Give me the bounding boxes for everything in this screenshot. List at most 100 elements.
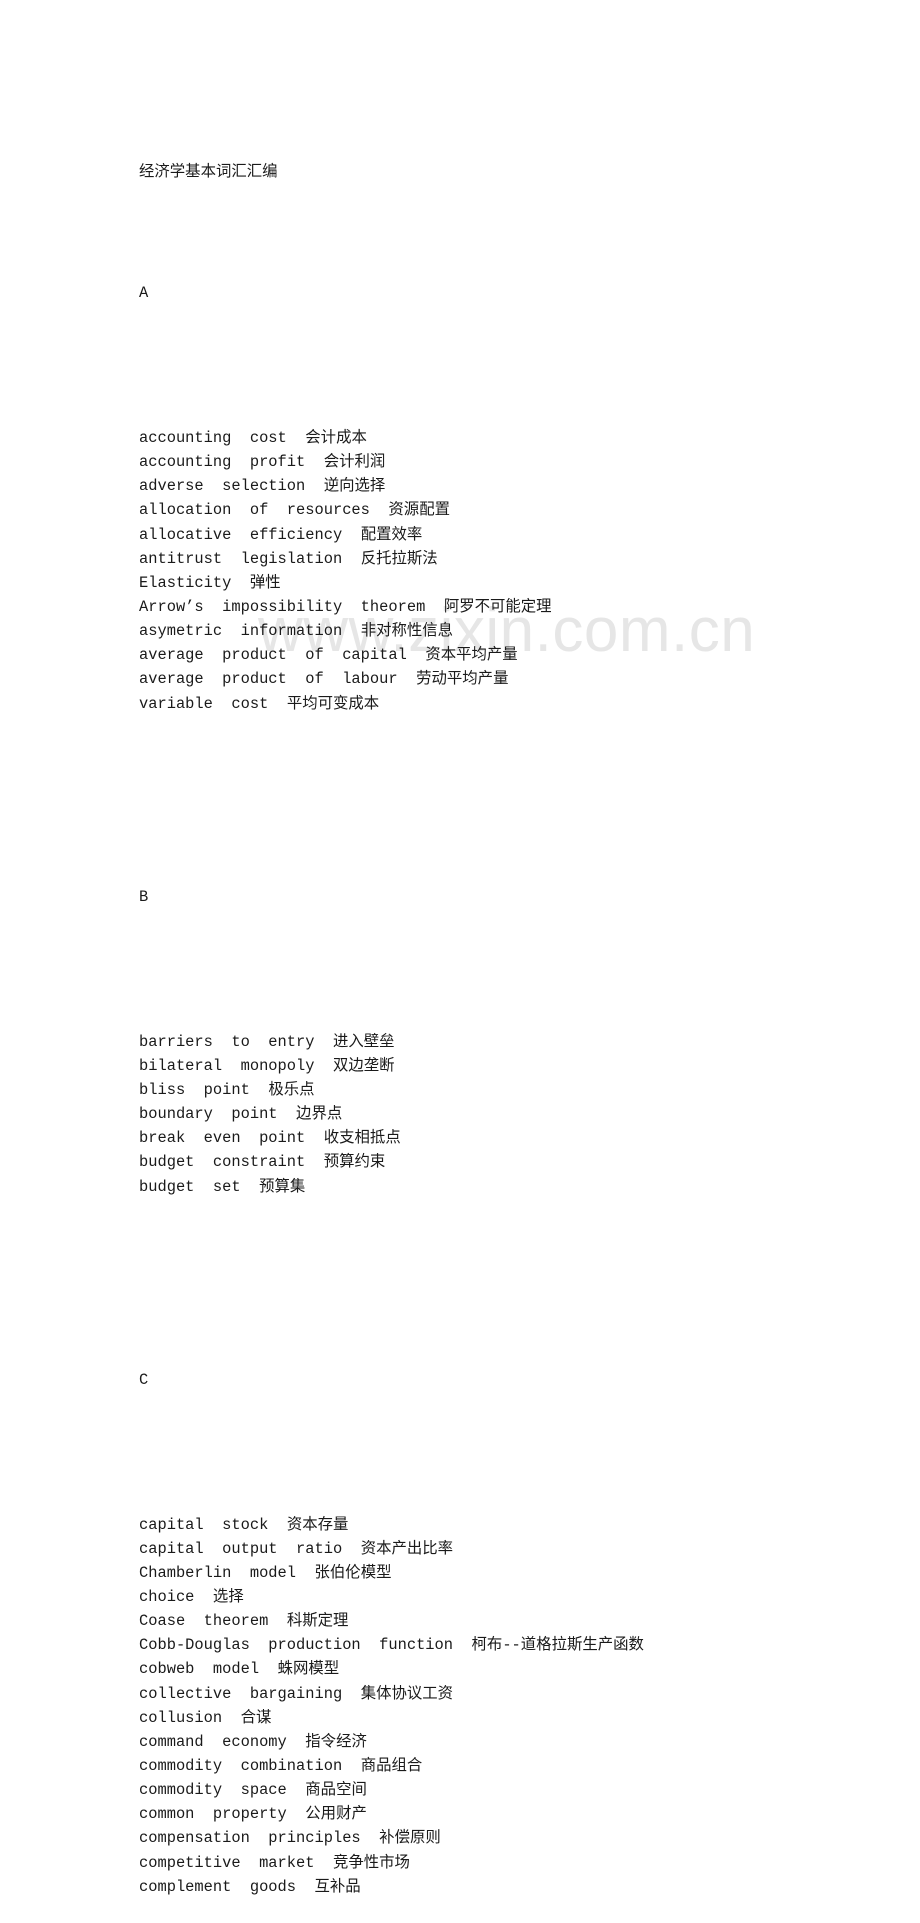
english-term: capital stock [139,1515,269,1534]
english-term: capital output ratio [139,1539,343,1558]
english-term: boundary point [139,1105,278,1124]
chinese-term: 反托拉斯法 [360,549,438,568]
section-b-entries: barriers to entry 进入壁垒 bilateral monopoly 双… [139,1030,644,1199]
section-letter-a: A [139,284,149,303]
chinese-term: 商品组合 [360,1757,423,1776]
glossary-entry: Coase theorem 科斯定理 [139,1609,644,1633]
glossary-entry: complement goods 互补品 [139,1875,644,1899]
glossary-entry: accounting cost 会计成本 [139,426,644,450]
english-term: cobweb model [139,1660,260,1679]
english-term: allocative efficiency [139,525,343,544]
glossary-entry: barriers to entry 进入壁垒 [139,1030,644,1054]
english-term: choice [139,1588,195,1607]
chinese-term: 非对称性信息 [360,622,454,641]
chinese-term: 互补品 [314,1877,361,1896]
glossary-entry: variable cost 平均可变成本 [139,692,644,716]
glossary-entry: accounting profit 会计利润 [139,450,644,474]
english-term: budget constraint [139,1153,306,1172]
glossary-entry: commodity combination 商品组合 [139,1754,644,1778]
english-term: commodity combination [139,1757,343,1776]
glossary-entry: common property 公用财产 [139,1802,644,1826]
glossary-entry: commodity space 商品空间 [139,1778,644,1802]
section-letter-b: B [139,887,149,906]
english-term: competitive market [139,1853,315,1872]
chinese-term: 蛛网模型 [277,1660,340,1679]
glossary-entry: Arrow’s impossibility theorem 阿罗不可能定理 [139,595,644,619]
glossary-entry: break even point 收支相抵点 [139,1126,644,1150]
glossary-entry: allocation of resources 资源配置 [139,498,644,522]
chinese-term: 商品空间 [305,1781,367,1800]
english-term: accounting profit [139,453,306,472]
glossary-entry: capital output ratio 资本产出比率 [139,1537,644,1561]
glossary-entry: antitrust legislation 反托拉斯法 [139,547,644,571]
english-term: Chamberlin model [139,1563,297,1582]
document-title: 经济学基本词汇汇编 [139,163,278,182]
section-c-entries: capital stock 资本存量 capital output ratio 资本产… [139,1513,644,1899]
chinese-term: 逆向选择 [323,477,386,496]
chinese-term: 资源配置 [388,501,450,520]
english-term: Arrow’s impossibility theorem [139,597,426,616]
glossary-entry: choice 选择 [139,1585,644,1609]
english-term: command economy [139,1732,287,1751]
chinese-term: 张伯伦模型 [314,1563,392,1582]
chinese-term: 会计成本 [305,428,367,447]
glossary-entry: asymetric information 非对称性信息 [139,619,644,643]
glossary-entry: cobweb model 蛛网模型 [139,1657,644,1681]
glossary-entry: Cobb-Douglas production function 柯布--道格拉斯… [139,1633,644,1657]
english-term: adverse selection [139,477,306,496]
english-term: accounting cost [139,428,287,447]
chinese-term: 科斯定理 [286,1612,349,1631]
english-term: budget set [139,1177,241,1196]
chinese-term: 边界点 [296,1105,343,1124]
english-term: collective bargaining [139,1684,343,1703]
chinese-term: 劳动平均产量 [416,670,509,689]
english-term: break even point [139,1129,306,1148]
glossary-entry: collective bargaining 集体协议工资 [139,1682,644,1706]
english-term: bilateral monopoly [139,1056,315,1075]
english-term: allocation of resources [139,501,370,520]
english-term: compensation principles [139,1829,361,1848]
chinese-term: 选择 [212,1588,244,1607]
glossary-entry: average product of labour 劳动平均产量 [139,667,644,691]
chinese-term: 预算集 [259,1177,306,1196]
glossary-entry: boundary point 边界点 [139,1102,644,1126]
chinese-term: 阿罗不可能定理 [443,597,552,616]
section-a-entries: accounting cost 会计成本 accounting profit 会计利润… [139,426,644,716]
english-term: antitrust legislation [139,549,343,568]
chinese-term: 公用财产 [305,1805,367,1824]
glossary-entry: average product of capital 资本平均产量 [139,643,644,667]
chinese-term: 资本平均产量 [425,646,518,665]
chinese-term: 平均可变成本 [286,694,380,713]
glossary-entry: allocative efficiency 配置效率 [139,523,644,547]
english-term: barriers to entry [139,1032,315,1051]
chinese-term: 指令经济 [305,1732,367,1751]
glossary-entry: bilateral monopoly 双边垄断 [139,1054,644,1078]
chinese-term: 资本产出比率 [360,1539,454,1558]
english-term: average product of labour [139,670,398,689]
english-term: average product of capital [139,646,407,665]
english-term: variable cost [139,694,269,713]
section-letter-c: C [139,1370,149,1389]
chinese-term: 合谋 [240,1708,272,1727]
chinese-term: 集体协议工资 [360,1684,454,1703]
glossary-entry: budget constraint 预算约束 [139,1150,644,1174]
chinese-term: 收支相抵点 [323,1129,401,1148]
glossary-entry: capital stock 资本存量 [139,1513,644,1537]
chinese-term: 竞争性市场 [332,1853,410,1872]
glossary-entry: compensation principles 补偿原则 [139,1826,644,1850]
english-term: complement goods [139,1877,297,1896]
glossary-entry: competitive market 竞争性市场 [139,1851,644,1875]
document-body: 经济学基本词汇汇编 A accounting cost 会计成本 accountin… [139,112,644,1923]
glossary-entry: Elasticity 弹性 [139,571,644,595]
chinese-term: 弹性 [249,573,281,592]
chinese-term: 柯布--道格拉斯生产函数 [471,1636,644,1655]
chinese-term: 预算约束 [323,1153,386,1172]
glossary-entry: adverse selection 逆向选择 [139,474,644,498]
glossary-entry: Chamberlin model 张伯伦模型 [139,1561,644,1585]
chinese-term: 会计利润 [323,453,386,472]
